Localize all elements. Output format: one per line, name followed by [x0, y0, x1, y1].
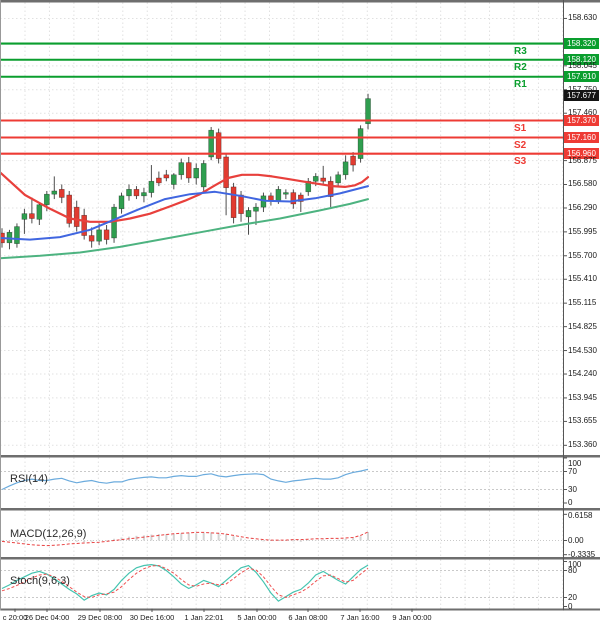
bearish-candle	[89, 236, 94, 242]
macd-histogram-bar	[360, 536, 362, 540]
bearish-candle	[351, 156, 356, 165]
bullish-candle	[141, 193, 146, 196]
pane-separator	[0, 508, 600, 511]
macd-histogram-bar	[8, 541, 10, 542]
bullish-candle	[336, 175, 341, 183]
bearish-candle	[231, 187, 236, 218]
bullish-candle	[201, 163, 206, 186]
pane-separator	[0, 609, 600, 611]
macd-histogram-bar	[322, 540, 324, 541]
macd-histogram-bar	[240, 538, 242, 540]
pane-separator	[0, 557, 600, 560]
bullish-candle	[149, 181, 154, 192]
pane-separator	[0, 0, 600, 3]
macd-indicator-label[interactable]: MACD(12,26,9)	[10, 528, 86, 540]
rsi-line	[2, 469, 368, 489]
macd-histogram-bar	[352, 538, 354, 541]
macd-histogram-bar	[203, 533, 205, 541]
bearish-candle	[156, 178, 161, 183]
macd-histogram-bar	[83, 541, 85, 543]
bullish-candle	[343, 162, 348, 175]
bearish-candle	[239, 195, 244, 214]
bullish-candle	[52, 191, 57, 194]
bullish-candle	[171, 175, 176, 185]
macd-histogram-bar	[76, 541, 78, 542]
bearish-candle	[59, 189, 64, 197]
bullish-candle	[276, 189, 281, 200]
macd-histogram-bar	[218, 533, 220, 541]
macd-histogram-bar	[233, 536, 235, 540]
macd-histogram-bar	[91, 541, 93, 542]
macd-histogram-bar	[143, 535, 145, 540]
bearish-candle	[224, 157, 229, 188]
macd-histogram-bar	[68, 541, 70, 542]
macd-histogram-bar	[180, 533, 182, 540]
macd-histogram-bar	[173, 534, 175, 541]
macd-histogram-bar	[195, 533, 197, 540]
bearish-candle	[104, 230, 109, 240]
bullish-candle	[44, 194, 49, 205]
bearish-candle	[321, 178, 326, 181]
bullish-candle	[112, 207, 117, 238]
bearish-candle	[186, 163, 191, 178]
macd-histogram-bar	[307, 541, 309, 542]
bearish-candle	[164, 175, 169, 178]
macd-histogram-bar	[367, 532, 369, 541]
macd-histogram-bar	[188, 533, 190, 541]
bullish-candle	[194, 168, 199, 178]
macd-histogram-bar	[38, 541, 40, 542]
macd-histogram-bar	[292, 541, 294, 542]
macd-histogram-bar	[330, 541, 332, 542]
macd-histogram-bar	[53, 540, 55, 541]
macd-histogram-bar	[210, 532, 212, 540]
bullish-candle	[126, 189, 131, 195]
bearish-candle	[134, 189, 139, 195]
macd-histogram-bar	[46, 541, 48, 542]
bullish-candle	[179, 163, 184, 175]
pane-separator	[0, 455, 600, 458]
macd-histogram-bar	[255, 541, 257, 542]
macd-histogram-bar	[23, 541, 25, 542]
macd-histogram-bar	[106, 540, 108, 541]
bullish-candle	[313, 176, 318, 181]
macd-histogram-bar	[345, 539, 347, 541]
macd-histogram-bar	[165, 534, 167, 540]
macd-histogram-bar	[16, 541, 18, 542]
macd-histogram-bar	[225, 534, 227, 540]
bullish-candle	[22, 214, 27, 220]
bullish-candle	[253, 207, 258, 211]
macd-histogram-bar	[262, 541, 264, 542]
ma-red-line	[0, 172, 368, 222]
macd-histogram-bar	[337, 540, 339, 541]
bullish-candle	[97, 230, 102, 241]
bearish-candle	[74, 207, 79, 226]
macd-histogram-bar	[300, 541, 302, 542]
bullish-candle	[119, 196, 124, 209]
bullish-candle	[246, 210, 251, 216]
macd-histogram-bar	[31, 541, 33, 542]
bullish-candle	[37, 205, 42, 220]
macd-histogram-bar	[61, 541, 63, 542]
bearish-candle	[29, 214, 34, 219]
macd-histogram-bar	[98, 541, 100, 542]
macd-histogram-bar	[315, 540, 317, 541]
macd-histogram-bar	[248, 540, 250, 541]
bullish-candle	[283, 193, 288, 195]
macd-histogram-bar	[150, 535, 152, 541]
bullish-candle	[14, 227, 19, 244]
macd-histogram-bar	[1, 541, 3, 542]
trading-chart-window: RSI(14) MACD(12,26,9) Stoch(9,6,3) R3158…	[0, 0, 600, 626]
chart-plot-area[interactable]	[0, 0, 600, 626]
stoch-indicator-label[interactable]: Stoch(9,6,3)	[10, 575, 70, 587]
rsi-indicator-label[interactable]: RSI(14)	[10, 473, 48, 485]
macd-histogram-bar	[121, 538, 123, 541]
